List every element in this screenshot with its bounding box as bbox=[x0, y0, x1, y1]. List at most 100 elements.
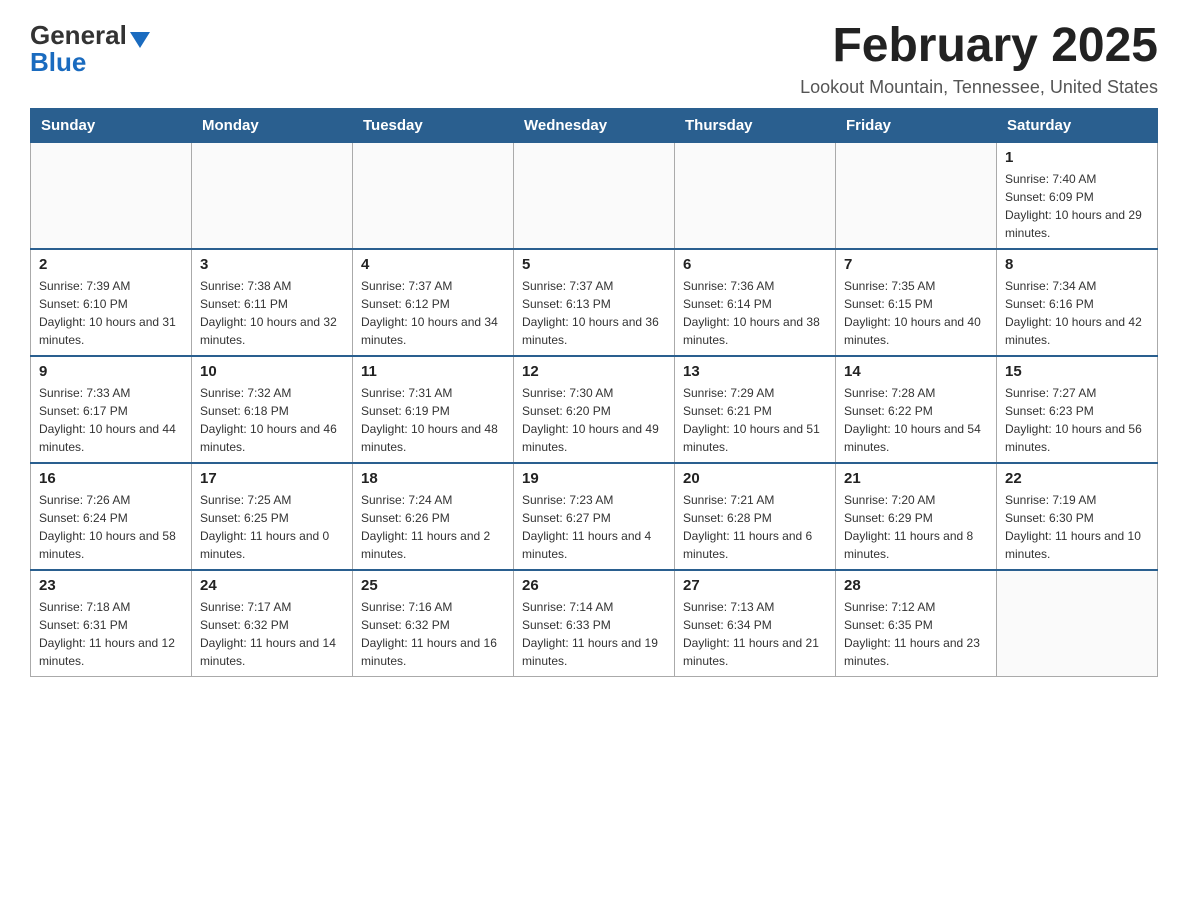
day-info: Sunrise: 7:25 AMSunset: 6:25 PMDaylight:… bbox=[200, 491, 344, 563]
day-info: Sunrise: 7:34 AMSunset: 6:16 PMDaylight:… bbox=[1005, 277, 1149, 349]
day-number: 7 bbox=[844, 256, 988, 273]
day-info: Sunrise: 7:37 AMSunset: 6:12 PMDaylight:… bbox=[361, 277, 505, 349]
calendar-week-row: 2 Sunrise: 7:39 AMSunset: 6:10 PMDaylight… bbox=[31, 249, 1158, 356]
calendar-cell: 2 Sunrise: 7:39 AMSunset: 6:10 PMDaylight… bbox=[31, 249, 192, 356]
logo: General Blue bbox=[30, 20, 150, 78]
calendar-cell: 28Sunrise: 7:12 AMSunset: 6:35 PMDayligh… bbox=[836, 570, 997, 677]
page-header: General Blue February 2025 Lookout Mount… bbox=[30, 20, 1158, 98]
calendar-cell: 11 Sunrise: 7:31 AMSunset: 6:19 PMDayligh… bbox=[353, 356, 514, 463]
calendar-cell: 21Sunrise: 7:20 AMSunset: 6:29 PMDayligh… bbox=[836, 463, 997, 570]
calendar-table: SundayMondayTuesdayWednesdayThursdayFrid… bbox=[30, 108, 1158, 677]
day-number: 5 bbox=[522, 256, 666, 273]
day-info: Sunrise: 7:37 AMSunset: 6:13 PMDaylight:… bbox=[522, 277, 666, 349]
calendar-cell: 13 Sunrise: 7:29 AMSunset: 6:21 PMDayligh… bbox=[675, 356, 836, 463]
calendar-header-wednesday: Wednesday bbox=[514, 108, 675, 142]
calendar-header-tuesday: Tuesday bbox=[353, 108, 514, 142]
day-info: Sunrise: 7:36 AMSunset: 6:14 PMDaylight:… bbox=[683, 277, 827, 349]
day-number: 9 bbox=[39, 363, 183, 380]
logo-triangle-icon bbox=[130, 32, 150, 48]
logo-blue: Blue bbox=[30, 47, 86, 78]
calendar-cell bbox=[514, 142, 675, 249]
calendar-cell: 26 Sunrise: 7:14 AMSunset: 6:33 PMDayligh… bbox=[514, 570, 675, 677]
day-number: 28 bbox=[844, 577, 988, 594]
calendar-cell bbox=[675, 142, 836, 249]
day-info: Sunrise: 7:18 AMSunset: 6:31 PMDaylight:… bbox=[39, 598, 183, 670]
day-number: 25 bbox=[361, 577, 505, 594]
calendar-cell: 18 Sunrise: 7:24 AMSunset: 6:26 PMDayligh… bbox=[353, 463, 514, 570]
day-info: Sunrise: 7:21 AMSunset: 6:28 PMDaylight:… bbox=[683, 491, 827, 563]
calendar-cell: 17Sunrise: 7:25 AMSunset: 6:25 PMDayligh… bbox=[192, 463, 353, 570]
day-info: Sunrise: 7:28 AMSunset: 6:22 PMDaylight:… bbox=[844, 384, 988, 456]
calendar-header-sunday: Sunday bbox=[31, 108, 192, 142]
calendar-header-friday: Friday bbox=[836, 108, 997, 142]
day-info: Sunrise: 7:27 AMSunset: 6:23 PMDaylight:… bbox=[1005, 384, 1149, 456]
day-number: 2 bbox=[39, 256, 183, 273]
day-info: Sunrise: 7:23 AMSunset: 6:27 PMDaylight:… bbox=[522, 491, 666, 563]
calendar-cell: 10Sunrise: 7:32 AMSunset: 6:18 PMDayligh… bbox=[192, 356, 353, 463]
calendar-cell: 20 Sunrise: 7:21 AMSunset: 6:28 PMDayligh… bbox=[675, 463, 836, 570]
calendar-cell: 27 Sunrise: 7:13 AMSunset: 6:34 PMDayligh… bbox=[675, 570, 836, 677]
day-info: Sunrise: 7:38 AMSunset: 6:11 PMDaylight:… bbox=[200, 277, 344, 349]
calendar-cell: 12 Sunrise: 7:30 AMSunset: 6:20 PMDayligh… bbox=[514, 356, 675, 463]
day-info: Sunrise: 7:32 AMSunset: 6:18 PMDaylight:… bbox=[200, 384, 344, 456]
day-info: Sunrise: 7:26 AMSunset: 6:24 PMDaylight:… bbox=[39, 491, 183, 563]
day-number: 8 bbox=[1005, 256, 1149, 273]
day-number: 1 bbox=[1005, 149, 1149, 166]
day-number: 12 bbox=[522, 363, 666, 380]
day-number: 26 bbox=[522, 577, 666, 594]
day-number: 11 bbox=[361, 363, 505, 380]
location-subtitle: Lookout Mountain, Tennessee, United Stat… bbox=[800, 77, 1158, 98]
calendar-cell: 25 Sunrise: 7:16 AMSunset: 6:32 PMDayligh… bbox=[353, 570, 514, 677]
day-number: 22 bbox=[1005, 470, 1149, 487]
day-number: 3 bbox=[200, 256, 344, 273]
day-info: Sunrise: 7:17 AMSunset: 6:32 PMDaylight:… bbox=[200, 598, 344, 670]
calendar-cell: 1 Sunrise: 7:40 AMSunset: 6:09 PMDaylight… bbox=[997, 142, 1158, 249]
day-info: Sunrise: 7:24 AMSunset: 6:26 PMDaylight:… bbox=[361, 491, 505, 563]
calendar-cell: 23 Sunrise: 7:18 AMSunset: 6:31 PMDayligh… bbox=[31, 570, 192, 677]
calendar-cell: 22 Sunrise: 7:19 AMSunset: 6:30 PMDayligh… bbox=[997, 463, 1158, 570]
calendar-cell: 16 Sunrise: 7:26 AMSunset: 6:24 PMDayligh… bbox=[31, 463, 192, 570]
day-info: Sunrise: 7:29 AMSunset: 6:21 PMDaylight:… bbox=[683, 384, 827, 456]
day-number: 16 bbox=[39, 470, 183, 487]
calendar-header-thursday: Thursday bbox=[675, 108, 836, 142]
calendar-cell: 8 Sunrise: 7:34 AMSunset: 6:16 PMDaylight… bbox=[997, 249, 1158, 356]
calendar-cell bbox=[997, 570, 1158, 677]
day-number: 6 bbox=[683, 256, 827, 273]
day-info: Sunrise: 7:14 AMSunset: 6:33 PMDaylight:… bbox=[522, 598, 666, 670]
day-info: Sunrise: 7:31 AMSunset: 6:19 PMDaylight:… bbox=[361, 384, 505, 456]
title-section: February 2025 Lookout Mountain, Tennesse… bbox=[800, 20, 1158, 98]
calendar-cell: 5 Sunrise: 7:37 AMSunset: 6:13 PMDaylight… bbox=[514, 249, 675, 356]
calendar-week-row: 9 Sunrise: 7:33 AMSunset: 6:17 PMDaylight… bbox=[31, 356, 1158, 463]
day-number: 14 bbox=[844, 363, 988, 380]
day-info: Sunrise: 7:40 AMSunset: 6:09 PMDaylight:… bbox=[1005, 170, 1149, 242]
calendar-week-row: 23 Sunrise: 7:18 AMSunset: 6:31 PMDayligh… bbox=[31, 570, 1158, 677]
day-number: 18 bbox=[361, 470, 505, 487]
calendar-cell: 3 Sunrise: 7:38 AMSunset: 6:11 PMDaylight… bbox=[192, 249, 353, 356]
month-title: February 2025 bbox=[800, 20, 1158, 73]
calendar-cell bbox=[353, 142, 514, 249]
day-info: Sunrise: 7:33 AMSunset: 6:17 PMDaylight:… bbox=[39, 384, 183, 456]
day-info: Sunrise: 7:30 AMSunset: 6:20 PMDaylight:… bbox=[522, 384, 666, 456]
calendar-header-row: SundayMondayTuesdayWednesdayThursdayFrid… bbox=[31, 108, 1158, 142]
day-number: 24 bbox=[200, 577, 344, 594]
day-number: 23 bbox=[39, 577, 183, 594]
day-number: 13 bbox=[683, 363, 827, 380]
day-number: 20 bbox=[683, 470, 827, 487]
day-number: 27 bbox=[683, 577, 827, 594]
calendar-cell: 24 Sunrise: 7:17 AMSunset: 6:32 PMDayligh… bbox=[192, 570, 353, 677]
day-number: 15 bbox=[1005, 363, 1149, 380]
day-info: Sunrise: 7:16 AMSunset: 6:32 PMDaylight:… bbox=[361, 598, 505, 670]
day-info: Sunrise: 7:13 AMSunset: 6:34 PMDaylight:… bbox=[683, 598, 827, 670]
day-info: Sunrise: 7:19 AMSunset: 6:30 PMDaylight:… bbox=[1005, 491, 1149, 563]
calendar-cell: 9 Sunrise: 7:33 AMSunset: 6:17 PMDaylight… bbox=[31, 356, 192, 463]
calendar-cell bbox=[836, 142, 997, 249]
calendar-week-row: 1 Sunrise: 7:40 AMSunset: 6:09 PMDaylight… bbox=[31, 142, 1158, 249]
calendar-cell: 7 Sunrise: 7:35 AMSunset: 6:15 PMDaylight… bbox=[836, 249, 997, 356]
calendar-cell: 15 Sunrise: 7:27 AMSunset: 6:23 PMDayligh… bbox=[997, 356, 1158, 463]
calendar-cell: 6 Sunrise: 7:36 AMSunset: 6:14 PMDaylight… bbox=[675, 249, 836, 356]
calendar-week-row: 16 Sunrise: 7:26 AMSunset: 6:24 PMDayligh… bbox=[31, 463, 1158, 570]
calendar-cell: 14 Sunrise: 7:28 AMSunset: 6:22 PMDayligh… bbox=[836, 356, 997, 463]
day-info: Sunrise: 7:35 AMSunset: 6:15 PMDaylight:… bbox=[844, 277, 988, 349]
day-info: Sunrise: 7:39 AMSunset: 6:10 PMDaylight:… bbox=[39, 277, 183, 349]
day-number: 21 bbox=[844, 470, 988, 487]
